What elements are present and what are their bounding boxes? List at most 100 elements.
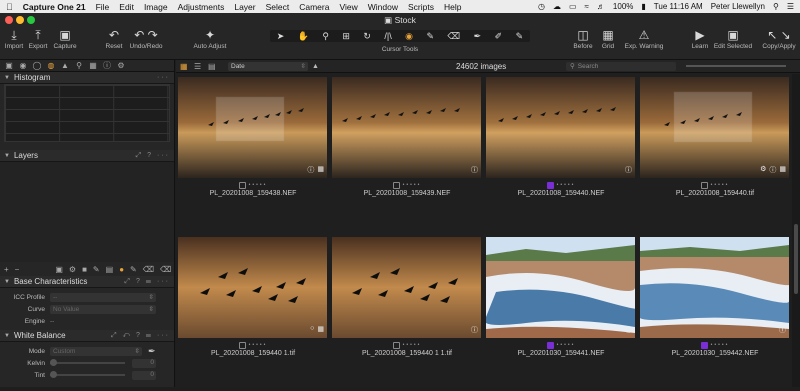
color-tag-checkbox[interactable] (238, 341, 246, 349)
lens-tab-icon[interactable]: ◯ (32, 61, 42, 70)
variant-icon[interactable]: ▦ (317, 165, 324, 175)
settings-tab-icon[interactable]: ⚙ (116, 61, 126, 70)
help-icon[interactable]: ⓘ (471, 165, 478, 175)
collapse-arrow-icon[interactable]: ▼ (4, 279, 10, 285)
collapse-arrow-icon[interactable]: ▼ (4, 333, 10, 339)
color-tag-checkbox[interactable] (392, 181, 400, 189)
icc-profile-select[interactable]: -- ⇳ (50, 292, 156, 302)
edit-selected-button[interactable]: ▣ Edit Selected (710, 27, 756, 50)
library-tab-icon[interactable]: ▣ (4, 61, 14, 70)
kelvin-value[interactable]: 0 (132, 358, 156, 368)
star-rating[interactable]: ••••• (711, 342, 730, 348)
white-balance-header[interactable]: ▼ White Balance ⤢ ↶ ? ☰ ··· (0, 330, 174, 342)
thumbnail-image[interactable] (640, 237, 789, 338)
star-rating[interactable]: ••••• (403, 182, 422, 188)
menu-edit[interactable]: Edit (119, 2, 134, 12)
erase-mask-icon[interactable]: ⌫ (143, 265, 154, 274)
collapse-arrow-icon[interactable]: ▼ (4, 75, 10, 81)
gear-icon[interactable]: ⚙ (760, 165, 766, 175)
menu-file[interactable]: File (96, 2, 110, 12)
brush-icon[interactable]: ✎ (93, 265, 100, 274)
crop-icon[interactable]: ⊞ (342, 31, 350, 42)
details-tab-icon[interactable]: ⚲ (74, 61, 84, 70)
exposure-warning-button[interactable]: ⚠ Exp. Warning (622, 27, 666, 50)
capture-button[interactable]: ▣ Capture (45, 27, 85, 50)
gradient-icon[interactable]: ✎ (516, 31, 524, 42)
star-rating[interactable]: ••••• (249, 342, 268, 348)
app-menu[interactable]: Capture One 21 (23, 2, 86, 12)
star-rating[interactable]: ••••• (711, 182, 730, 188)
thumbnail-image[interactable] (332, 77, 481, 178)
thumbnail-cell[interactable]: ⓘ ••••• PL_20201008_159440.NEF (484, 74, 638, 231)
spot-removal-icon[interactable]: ◉ (405, 31, 413, 42)
picker-icon[interactable]: ✒ (474, 31, 482, 42)
thumbnail-cell[interactable]: ⓘ ••••• PL_20201030_159442.NEF (638, 234, 792, 391)
color-tag-checkbox[interactable] (546, 341, 554, 349)
tint-value[interactable]: 0 (132, 370, 156, 380)
collapse-arrow-icon[interactable]: ▼ (4, 153, 10, 159)
layers-header[interactable]: ▼ Layers ⤢ ? ··· (0, 150, 174, 162)
control-center-icon[interactable]: ☰ (787, 2, 794, 11)
thumbnail-cell[interactable]: ⓘ ••••• PL_20201030_159441.NEF (484, 234, 638, 391)
undo-redo-button[interactable]: ↶ ↷ Undo/Redo (126, 27, 166, 50)
draw-mask-icon[interactable]: ✎ (130, 265, 137, 274)
cloud-icon[interactable]: ☁ (553, 2, 561, 11)
thumbnail-image[interactable] (640, 77, 789, 178)
airplay-icon[interactable]: ▭ (569, 2, 577, 11)
copy-apply-button[interactable]: ↖ ↘ Copy/Apply (757, 27, 800, 50)
battery-icon[interactable]: ▮ (641, 2, 645, 11)
menu-view[interactable]: View (339, 2, 357, 12)
curve-select[interactable]: No Value ⇳ (50, 304, 156, 314)
color-tag-checkbox[interactable] (546, 181, 554, 189)
menu-scripts[interactable]: Scripts (408, 2, 434, 12)
color-mask-icon[interactable]: ● (119, 265, 124, 274)
help-icon[interactable]: ⓘ (769, 165, 776, 175)
scrollbar-thumb[interactable] (794, 224, 798, 294)
more-options-icon[interactable]: ··· (157, 74, 170, 81)
user-name[interactable]: Peter Llewellyn (711, 2, 765, 11)
color-tag-checkbox[interactable] (700, 341, 708, 349)
menu-help[interactable]: Help (444, 2, 461, 12)
spotlight-icon[interactable]: ⚲ (773, 2, 779, 11)
thumbnail-cell[interactable]: ⓘ ••••• PL_20201008_159440 1 1.tif (330, 234, 484, 391)
menu-camera[interactable]: Camera (299, 2, 329, 12)
histogram-header[interactable]: ▼ Histogram ··· (0, 72, 174, 84)
wb-mode-select[interactable]: Custom ⇳ (50, 346, 142, 356)
pointer-icon[interactable]: ➤ (277, 31, 285, 42)
help-icon[interactable]: ⓘ (625, 165, 632, 175)
annotate-icon[interactable]: ✐ (495, 31, 503, 42)
help-icon[interactable]: ⓘ (625, 325, 632, 335)
auto-adjust-button[interactable]: ✦ Auto Adjust (189, 27, 231, 50)
list-view-icon[interactable]: ☰ (194, 62, 204, 71)
metadata-tab-icon[interactable]: ⓘ (102, 60, 112, 71)
loupe-icon[interactable]: ⚲ (322, 31, 329, 42)
brush-icon[interactable]: ✎ (426, 31, 434, 42)
exposure-tab-icon[interactable]: ▲ (60, 61, 70, 70)
thumbnail-cell[interactable]: ○ ▦ ••••• PL_20201008_159440 1.tif (176, 234, 330, 391)
menu-layer[interactable]: Layer (234, 2, 255, 12)
thumbnail-image[interactable] (178, 77, 327, 178)
mask-view-icon[interactable]: ■ (82, 265, 87, 274)
menu-window[interactable]: Window (368, 2, 398, 12)
adjustments-tab-icon[interactable]: ▦ (88, 61, 98, 70)
browser-scrollbar[interactable] (792, 74, 800, 387)
help-icon[interactable]: ⓘ (307, 165, 314, 175)
variant-icon[interactable]: ▦ (317, 325, 324, 333)
color-tag-checkbox[interactable] (392, 341, 400, 349)
thumbnail-cell[interactable]: ⓘ ▦ ••••• PL_20201008_159438.NEF (176, 74, 330, 231)
slider-knob[interactable] (50, 359, 57, 366)
menu-image[interactable]: Image (144, 2, 168, 12)
thumbnail-image[interactable] (486, 237, 635, 338)
star-rating[interactable]: ••••• (403, 342, 422, 348)
search-input[interactable]: ⚲ Search (566, 61, 676, 71)
layers-controls-icon[interactable]: ⤢ ? ··· (136, 152, 170, 160)
kelvin-slider[interactable]: 0 (50, 358, 156, 368)
remove-layer-icon[interactable]: − (15, 265, 20, 274)
variant-icon[interactable]: ▦ (779, 165, 786, 175)
thumbnail-image[interactable] (178, 237, 327, 338)
rotate-icon[interactable]: ↻ (363, 31, 371, 42)
clock[interactable]: Tue 11:16 AM (654, 2, 703, 11)
menu-adjustments[interactable]: Adjustments (178, 2, 225, 12)
help-icon[interactable]: ⓘ (471, 325, 478, 335)
star-rating[interactable]: ••••• (557, 182, 576, 188)
